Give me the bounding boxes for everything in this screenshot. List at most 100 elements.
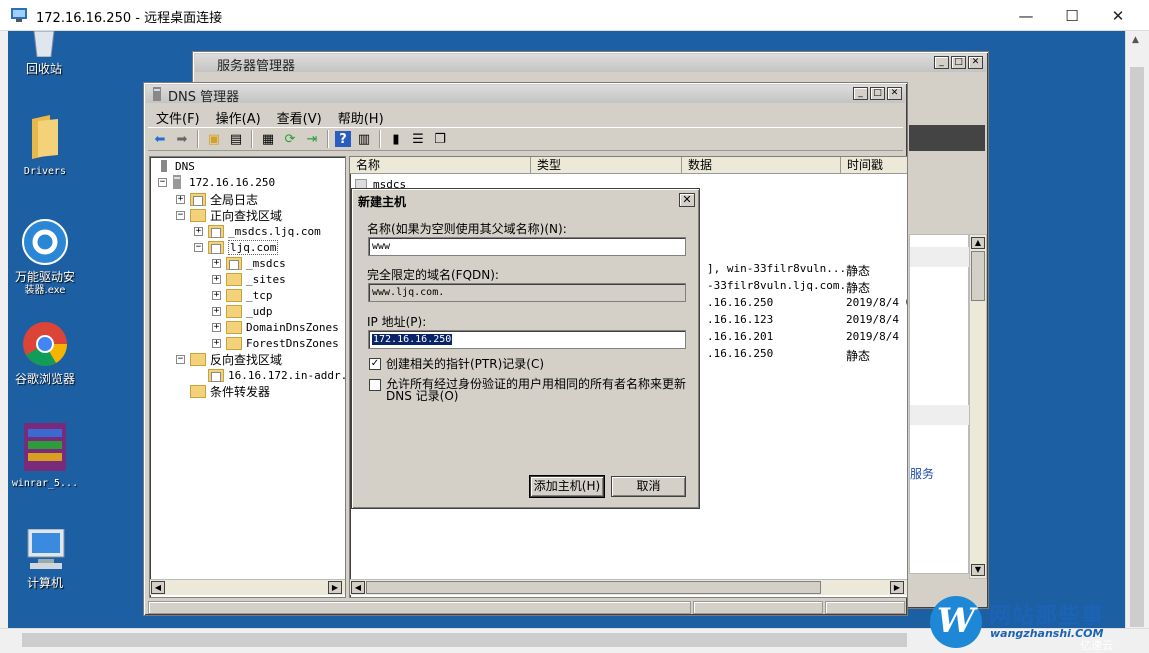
scroll-right-arrow-icon[interactable]: ▶ — [890, 581, 904, 594]
service-link[interactable]: 服务 — [910, 465, 934, 482]
scroll-up-arrow-icon[interactable]: ▲ — [1132, 35, 1139, 45]
scrollbar-thumb[interactable] — [366, 581, 821, 594]
maximize-button[interactable]: □ — [870, 87, 885, 100]
window-titlebar[interactable]: DNS 管理器 _ □ ✕ — [146, 85, 905, 105]
ip-address-input[interactable]: 172.16.16.250 — [368, 330, 686, 349]
tree-item-forward-zones[interactable]: − 正向查找区域 — [176, 207, 282, 223]
maximize-button[interactable]: ☐ — [1049, 0, 1095, 31]
menu-file[interactable]: 文件(F) — [148, 106, 208, 127]
minimize-button[interactable]: _ — [853, 87, 868, 100]
vertical-scrollbar[interactable]: ▲ ▼ — [969, 234, 987, 579]
close-button[interactable]: ✕ — [887, 87, 902, 100]
tree-item-child[interactable]: + DomainDnsZones — [212, 319, 339, 335]
scroll-left-arrow-icon[interactable]: ◀ — [351, 581, 365, 594]
site-watermark: W 网站那些事 wangzhanshi.COM 亿速云 — [930, 596, 1149, 653]
scroll-up-arrow-icon[interactable]: ▲ — [971, 237, 985, 249]
menu-action[interactable]: 操作(A) — [208, 106, 269, 127]
minimize-button[interactable]: _ — [934, 56, 949, 69]
desktop-icon-chrome[interactable]: 谷歌浏览器 — [8, 321, 82, 386]
export-icon[interactable]: ⇥ — [303, 130, 321, 148]
console-icon[interactable]: ▥ — [355, 130, 373, 148]
cancel-button[interactable]: 取消 — [611, 476, 686, 497]
expand-icon[interactable]: + — [176, 194, 185, 204]
expand-icon[interactable]: + — [212, 306, 221, 316]
tree-item-child[interactable]: + _tcp — [212, 287, 273, 303]
server-icon[interactable]: ▮ — [387, 130, 405, 148]
tree-item-msdcs-zone[interactable]: + _msdcs.ljq.com — [194, 223, 321, 239]
tree-item-global-logs[interactable]: + 全局日志 — [176, 191, 258, 207]
column-header-name[interactable]: 名称 — [350, 157, 531, 174]
status-panel — [825, 601, 905, 614]
refresh-icon[interactable]: ⟳ — [281, 130, 299, 148]
dialog-title: 新建主机 — [358, 195, 407, 209]
forward-arrow-icon[interactable]: ➡ — [173, 130, 191, 148]
desktop-icon-driver-wizard[interactable]: 万能驱动安 装器.exe — [8, 219, 82, 297]
tree-item-label: _udp — [246, 304, 273, 318]
column-header-type[interactable]: 类型 — [531, 157, 682, 174]
up-folder-icon[interactable]: ▣ — [205, 130, 223, 148]
tree-item-child[interactable]: + ForestDnsZones — [212, 335, 339, 351]
tree-item-label: DNS — [175, 159, 195, 173]
gear-icon — [22, 219, 68, 265]
close-button[interactable]: ✕ — [968, 56, 983, 69]
horizontal-scrollbar[interactable]: ◀ ▶ — [350, 579, 907, 595]
maximize-button[interactable]: □ — [951, 56, 966, 69]
tree-item-child[interactable]: + _udp — [212, 303, 273, 319]
desktop-icon-computer[interactable]: 计算机 — [8, 528, 82, 590]
collapse-icon[interactable]: − — [194, 242, 203, 252]
expand-icon[interactable]: + — [194, 226, 203, 236]
expand-icon[interactable]: + — [212, 290, 221, 300]
ptr-record-checkbox[interactable]: ✓ — [369, 358, 381, 370]
tree-item-child[interactable]: + _msdcs — [212, 255, 286, 271]
scroll-down-arrow-icon[interactable]: ▼ — [971, 564, 985, 576]
desktop-icon-drivers[interactable]: Drivers — [8, 115, 82, 178]
host-name-input[interactable]: www — [368, 237, 686, 256]
add-host-button[interactable]: 添加主机(H) — [529, 475, 605, 498]
tree-item-label: 全局日志 — [210, 192, 259, 207]
column-header-timestamp[interactable]: 时间戳 — [841, 157, 907, 174]
scrollbar-thumb[interactable] — [1130, 67, 1144, 627]
tree-item-server[interactable]: − 172.16.16.250 — [158, 174, 275, 190]
horizontal-scrollbar[interactable]: ◀ ▶ — [150, 579, 345, 595]
desktop-icon-recycle-bin[interactable]: 回收站 — [8, 31, 81, 76]
copy-icon[interactable]: ❐ — [431, 130, 449, 148]
tree-item-forwarders[interactable]: 条件转发器 — [190, 383, 270, 399]
dialog-close-button[interactable]: ✕ — [679, 193, 695, 207]
scroll-left-arrow-icon[interactable]: ◀ — [151, 581, 165, 594]
show-tree-icon[interactable]: ▤ — [227, 130, 245, 148]
tree-item-reverse-zones[interactable]: − 反向查找区域 — [176, 351, 282, 367]
expand-icon[interactable]: + — [212, 274, 221, 284]
collapse-icon[interactable]: − — [176, 354, 185, 364]
window-titlebar[interactable]: 服务器管理器 _ □ ✕ — [195, 54, 986, 74]
rdp-vertical-scrollbar[interactable]: ▲ — [1125, 31, 1149, 628]
column-header-data[interactable]: 数据 — [682, 157, 841, 174]
back-arrow-icon[interactable]: ⬅ — [151, 130, 169, 148]
tree-item-ljq-zone[interactable]: − ljq.com — [194, 239, 279, 255]
tree-item-child[interactable]: + _sites — [212, 271, 286, 287]
toolbar-separator — [379, 130, 381, 148]
folder-icon — [226, 272, 242, 286]
help-icon[interactable]: ? — [335, 131, 351, 147]
close-button[interactable]: ✕ — [1095, 0, 1141, 31]
scrollbar-thumb[interactable] — [971, 251, 985, 301]
minimize-button[interactable]: — — [1003, 0, 1049, 31]
allow-update-checkbox[interactable] — [369, 379, 381, 391]
collapse-icon[interactable]: − — [158, 177, 167, 187]
dialog-titlebar[interactable]: 新建主机 ✕ — [355, 192, 696, 209]
fqdn-label: 完全限定的域名(FQDN): — [367, 268, 499, 282]
scroll-right-arrow-icon[interactable]: ▶ — [328, 581, 342, 594]
menu-view[interactable]: 查看(V) — [269, 106, 330, 127]
properties-icon[interactable]: ▦ — [259, 130, 277, 148]
menu-help[interactable]: 帮助(H) — [330, 106, 392, 127]
tree-item-dns[interactable]: DNS — [158, 158, 195, 174]
list-icon[interactable]: ☰ — [409, 130, 427, 148]
new-host-dialog[interactable]: 新建主机 ✕ 名称(如果为空则使用其父域名称)(N): www 完全限定的域名(… — [351, 188, 700, 509]
toolbar-separator — [251, 130, 253, 148]
expand-icon[interactable]: + — [212, 258, 221, 268]
scrollbar-thumb[interactable] — [22, 633, 907, 647]
tree-item-reverse-zone[interactable]: 16.16.172.in-addr.arpa — [208, 367, 345, 383]
desktop-icon-winrar[interactable]: winrar_5... — [8, 423, 82, 490]
collapse-icon[interactable]: − — [176, 210, 185, 220]
expand-icon[interactable]: + — [212, 322, 221, 332]
expand-icon[interactable]: + — [212, 338, 221, 348]
